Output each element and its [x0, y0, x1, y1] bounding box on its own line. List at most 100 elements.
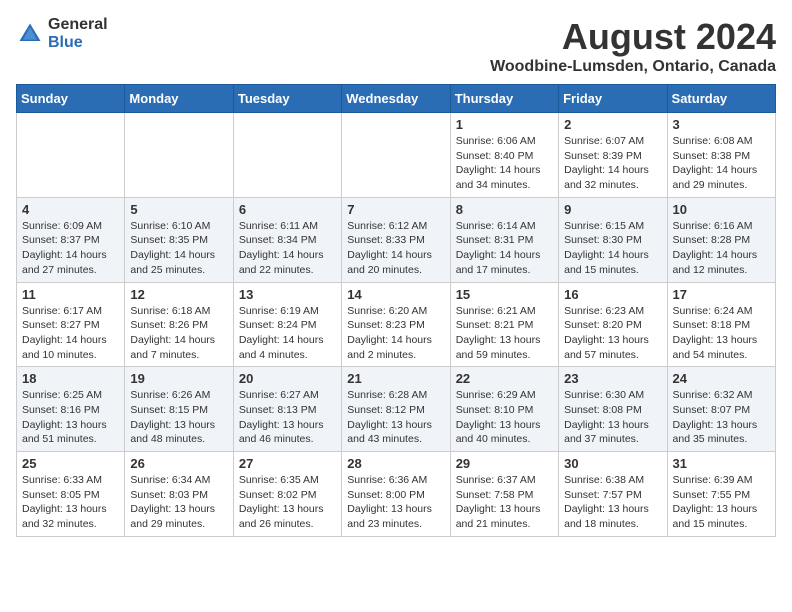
day-info: Sunrise: 6:06 AM [456, 134, 553, 149]
day-info: Sunrise: 6:23 AM [564, 304, 661, 319]
calendar-cell: 23Sunrise: 6:30 AMSunset: 8:08 PMDayligh… [559, 367, 667, 452]
day-info: Daylight: 14 hours [22, 248, 119, 263]
day-info: Sunrise: 6:27 AM [239, 388, 336, 403]
day-info: Sunrise: 6:39 AM [673, 473, 770, 488]
month-title: August 2024 [490, 16, 776, 58]
logo: General Blue [16, 16, 108, 51]
calendar-cell: 20Sunrise: 6:27 AMSunset: 8:13 PMDayligh… [233, 367, 341, 452]
calendar-cell: 25Sunrise: 6:33 AMSunset: 8:05 PMDayligh… [17, 452, 125, 537]
day-number: 30 [564, 456, 661, 471]
calendar-cell: 9Sunrise: 6:15 AMSunset: 8:30 PMDaylight… [559, 197, 667, 282]
day-info: and 18 minutes. [564, 517, 661, 532]
day-number: 5 [130, 202, 227, 217]
calendar-cell: 21Sunrise: 6:28 AMSunset: 8:12 PMDayligh… [342, 367, 450, 452]
day-info: Sunrise: 6:10 AM [130, 219, 227, 234]
day-info: Sunset: 8:38 PM [673, 149, 770, 164]
week-row-5: 25Sunrise: 6:33 AMSunset: 8:05 PMDayligh… [17, 452, 776, 537]
calendar-cell [17, 113, 125, 198]
calendar-cell: 29Sunrise: 6:37 AMSunset: 7:58 PMDayligh… [450, 452, 558, 537]
calendar-cell: 16Sunrise: 6:23 AMSunset: 8:20 PMDayligh… [559, 282, 667, 367]
day-number: 22 [456, 371, 553, 386]
day-info: Daylight: 13 hours [22, 502, 119, 517]
day-info: Sunrise: 6:25 AM [22, 388, 119, 403]
day-info: Sunset: 8:07 PM [673, 403, 770, 418]
day-info: Sunset: 8:03 PM [130, 488, 227, 503]
day-info: Sunrise: 6:37 AM [456, 473, 553, 488]
day-info: Daylight: 13 hours [673, 418, 770, 433]
day-info: Sunset: 8:00 PM [347, 488, 444, 503]
day-info: Sunset: 8:39 PM [564, 149, 661, 164]
day-info: Sunset: 8:28 PM [673, 233, 770, 248]
day-info: Daylight: 14 hours [564, 248, 661, 263]
day-header-sunday: Sunday [17, 85, 125, 113]
day-number: 10 [673, 202, 770, 217]
day-info: Sunset: 8:27 PM [22, 318, 119, 333]
calendar-cell: 8Sunrise: 6:14 AMSunset: 8:31 PMDaylight… [450, 197, 558, 282]
calendar-cell: 12Sunrise: 6:18 AMSunset: 8:26 PMDayligh… [125, 282, 233, 367]
day-info: Daylight: 13 hours [130, 502, 227, 517]
day-info: Daylight: 13 hours [347, 418, 444, 433]
day-info: Sunset: 7:55 PM [673, 488, 770, 503]
day-info: and 4 minutes. [239, 348, 336, 363]
day-info: Sunset: 8:40 PM [456, 149, 553, 164]
day-info: Sunset: 8:02 PM [239, 488, 336, 503]
day-info: Daylight: 14 hours [347, 248, 444, 263]
calendar-cell: 24Sunrise: 6:32 AMSunset: 8:07 PMDayligh… [667, 367, 775, 452]
day-info: and 51 minutes. [22, 432, 119, 447]
day-number: 8 [456, 202, 553, 217]
calendar-cell: 2Sunrise: 6:07 AMSunset: 8:39 PMDaylight… [559, 113, 667, 198]
day-info: Sunset: 8:16 PM [22, 403, 119, 418]
day-info: Sunset: 8:10 PM [456, 403, 553, 418]
day-number: 12 [130, 287, 227, 302]
day-info: Daylight: 13 hours [673, 502, 770, 517]
day-info: Daylight: 14 hours [130, 248, 227, 263]
day-info: Daylight: 14 hours [130, 333, 227, 348]
day-info: Daylight: 13 hours [22, 418, 119, 433]
logo-blue: Blue [48, 34, 108, 52]
calendar-cell: 4Sunrise: 6:09 AMSunset: 8:37 PMDaylight… [17, 197, 125, 282]
calendar-cell: 15Sunrise: 6:21 AMSunset: 8:21 PMDayligh… [450, 282, 558, 367]
day-info: Daylight: 13 hours [239, 502, 336, 517]
week-row-3: 11Sunrise: 6:17 AMSunset: 8:27 PMDayligh… [17, 282, 776, 367]
day-info: and 57 minutes. [564, 348, 661, 363]
day-info: and 29 minutes. [673, 178, 770, 193]
day-info: and 12 minutes. [673, 263, 770, 278]
day-number: 2 [564, 117, 661, 132]
day-info: Sunset: 8:31 PM [456, 233, 553, 248]
calendar-cell: 28Sunrise: 6:36 AMSunset: 8:00 PMDayligh… [342, 452, 450, 537]
day-info: Sunrise: 6:15 AM [564, 219, 661, 234]
day-info: Sunset: 8:12 PM [347, 403, 444, 418]
day-info: and 26 minutes. [239, 517, 336, 532]
day-info: and 29 minutes. [130, 517, 227, 532]
calendar-cell [125, 113, 233, 198]
day-info: Sunrise: 6:11 AM [239, 219, 336, 234]
calendar-table: SundayMondayTuesdayWednesdayThursdayFrid… [16, 84, 776, 537]
calendar-cell: 3Sunrise: 6:08 AMSunset: 8:38 PMDaylight… [667, 113, 775, 198]
day-info: Sunset: 8:05 PM [22, 488, 119, 503]
day-info: Sunset: 8:08 PM [564, 403, 661, 418]
day-info: Daylight: 14 hours [347, 333, 444, 348]
day-number: 25 [22, 456, 119, 471]
week-row-4: 18Sunrise: 6:25 AMSunset: 8:16 PMDayligh… [17, 367, 776, 452]
day-info: and 32 minutes. [564, 178, 661, 193]
calendar-cell [233, 113, 341, 198]
day-info: and 34 minutes. [456, 178, 553, 193]
week-row-2: 4Sunrise: 6:09 AMSunset: 8:37 PMDaylight… [17, 197, 776, 282]
day-info: Daylight: 14 hours [673, 163, 770, 178]
day-info: Daylight: 13 hours [239, 418, 336, 433]
day-number: 29 [456, 456, 553, 471]
day-info: Sunrise: 6:18 AM [130, 304, 227, 319]
day-number: 28 [347, 456, 444, 471]
calendar-cell: 11Sunrise: 6:17 AMSunset: 8:27 PMDayligh… [17, 282, 125, 367]
calendar-cell: 7Sunrise: 6:12 AMSunset: 8:33 PMDaylight… [342, 197, 450, 282]
day-info: and 37 minutes. [564, 432, 661, 447]
day-info: Sunrise: 6:26 AM [130, 388, 227, 403]
day-info: Daylight: 13 hours [564, 418, 661, 433]
day-info: Sunrise: 6:30 AM [564, 388, 661, 403]
day-info: and 21 minutes. [456, 517, 553, 532]
day-header-thursday: Thursday [450, 85, 558, 113]
day-info: and 15 minutes. [673, 517, 770, 532]
day-number: 24 [673, 371, 770, 386]
day-info: and 54 minutes. [673, 348, 770, 363]
day-header-saturday: Saturday [667, 85, 775, 113]
